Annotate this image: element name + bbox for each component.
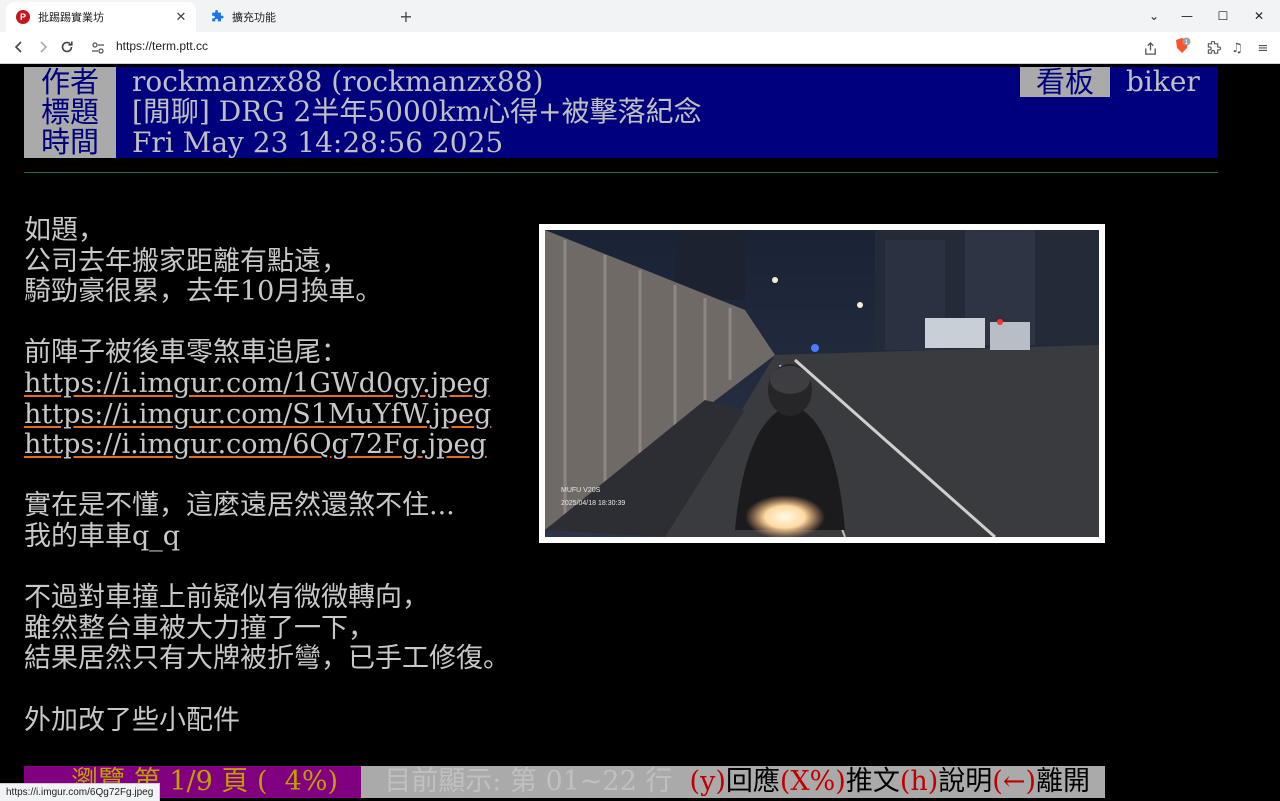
body-line: 實在是不懂，這麼遠居然還煞不住... — [24, 490, 455, 522]
ptt-favicon-icon: P — [16, 10, 30, 24]
brave-shield-icon[interactable]: 1 — [1173, 37, 1191, 55]
media-music-icon[interactable]: ♫ — [1226, 37, 1248, 59]
extensions-puzzle-icon[interactable] — [1202, 37, 1224, 59]
push-key[interactable]: (X%) — [780, 766, 846, 797]
push-label[interactable]: 推文 — [846, 766, 900, 797]
help-key[interactable]: (h) — [900, 766, 938, 797]
address-bar[interactable]: https://term.ptt.cc — [116, 39, 208, 53]
share-icon[interactable] — [1139, 37, 1161, 59]
forward-icon[interactable] — [32, 36, 54, 58]
site-info-icon[interactable] — [90, 40, 106, 56]
body-line — [24, 675, 510, 706]
ptt-terminal[interactable]: 作者 rockmanzx88 (rockmanzx88) 看板 biker 標題… — [0, 64, 1280, 800]
body-line — [24, 308, 510, 339]
body-line: 外加改了些小配件 — [24, 704, 240, 736]
new-tab-button[interactable]: + — [396, 6, 416, 26]
camera-timestamp: 2025/04/18 18:30:39 — [561, 500, 625, 507]
title-value: [閒聊] DRG 2半年5000km心得+被擊落紀念 — [132, 95, 702, 128]
dashcam-image-preview[interactable]: MUFU V20S 2025/04/18 18:30:39 — [539, 224, 1105, 543]
body-line: 不過對車撞上前疑似有微微轉向， — [24, 582, 429, 614]
body-line — [24, 461, 510, 492]
minimize-icon[interactable]: — — [1170, 0, 1204, 32]
reply-label[interactable]: 回應 — [726, 766, 780, 797]
body-line: 我的車車q_q — [24, 520, 181, 552]
board-label: 看板 — [1020, 67, 1110, 97]
body-line: 前陣子被後車零煞車追尾： — [24, 337, 348, 369]
body-line: 結果居然只有大牌被折彎，已手工修復。 — [24, 643, 510, 675]
imgur-link[interactable]: https://i.imgur.com/6Qg72Fg.jpeg — [24, 430, 510, 461]
article-body: 如題， 公司去年搬家距離有點遠， 騎勁豪很累，去年10月換車。 前陣子被後車零煞… — [24, 215, 510, 736]
svg-text:1: 1 — [1185, 39, 1189, 46]
board-value: biker — [1126, 65, 1200, 98]
reload-icon[interactable] — [56, 36, 78, 58]
link-hover-status: https://i.imgur.com/6Qg72Fg.jpeg — [0, 783, 161, 801]
maximize-icon[interactable]: ☐ — [1206, 0, 1240, 32]
header-separator — [24, 172, 1218, 173]
back-icon[interactable] — [8, 36, 30, 58]
reply-key[interactable]: (y) — [690, 766, 726, 797]
author-label: 作者 — [24, 67, 116, 97]
pager-status-bar: 瀏覽 第 1/9 頁 ( 4%) 目前顯示: 第 01~22 行 (y)回應(X… — [24, 766, 1105, 798]
body-line: 雖然整台車被大力撞了一下， — [24, 612, 375, 644]
body-line: 如題， — [24, 215, 105, 246]
puzzle-icon — [210, 10, 224, 24]
author-value: rockmanzx88 (rockmanzx88) — [132, 65, 544, 98]
camera-label: MUFU V20S — [561, 487, 601, 494]
line-range: 目前顯示: 第 01~22 行 — [375, 766, 690, 797]
leave-label[interactable]: 離開 — [1036, 766, 1090, 797]
imgur-link[interactable]: https://i.imgur.com/S1MuYfW.jpeg — [24, 399, 510, 431]
body-line — [24, 553, 510, 584]
leave-key[interactable]: (←) — [992, 766, 1036, 797]
tab-close-icon[interactable]: ✕ — [172, 8, 190, 26]
tab-title: 擴充功能 — [232, 11, 276, 24]
imgur-link[interactable]: https://i.imgur.com/1GWd0gy.jpeg — [24, 368, 510, 400]
close-window-icon[interactable]: ✕ — [1242, 0, 1276, 32]
tab-extensions[interactable]: 擴充功能 — [200, 2, 390, 32]
browser-toolbar: https://term.ptt.cc ♫ ≡ — [0, 32, 1280, 64]
menu-icon[interactable]: ≡ — [1252, 37, 1274, 59]
tab-title: 批踢踢實業坊 — [38, 11, 104, 24]
tab-search-chevron-icon[interactable]: ⌄ — [1137, 0, 1171, 32]
title-label: 標題 — [24, 97, 116, 127]
help-label[interactable]: 說明 — [938, 766, 992, 797]
tab-bar: P 批踢踢實業坊 ✕ 擴充功能 + ⌄ — ☐ ✕ — [0, 0, 1280, 32]
status-commands: 目前顯示: 第 01~22 行 (y)回應(X%)推文(h)說明(←)離開 — [360, 766, 1105, 798]
tab-ptt[interactable]: P 批踢踢實業坊 ✕ — [6, 2, 196, 32]
body-line: 公司去年搬家距離有點遠， — [24, 245, 348, 277]
time-label: 時間 — [24, 127, 116, 158]
body-line: 騎勁豪很累，去年10月換車。 — [24, 276, 383, 308]
article-header: 作者 rockmanzx88 (rockmanzx88) 看板 biker 標題… — [24, 67, 1218, 158]
time-value: Fri May 23 14:28:56 2025 — [132, 126, 504, 159]
